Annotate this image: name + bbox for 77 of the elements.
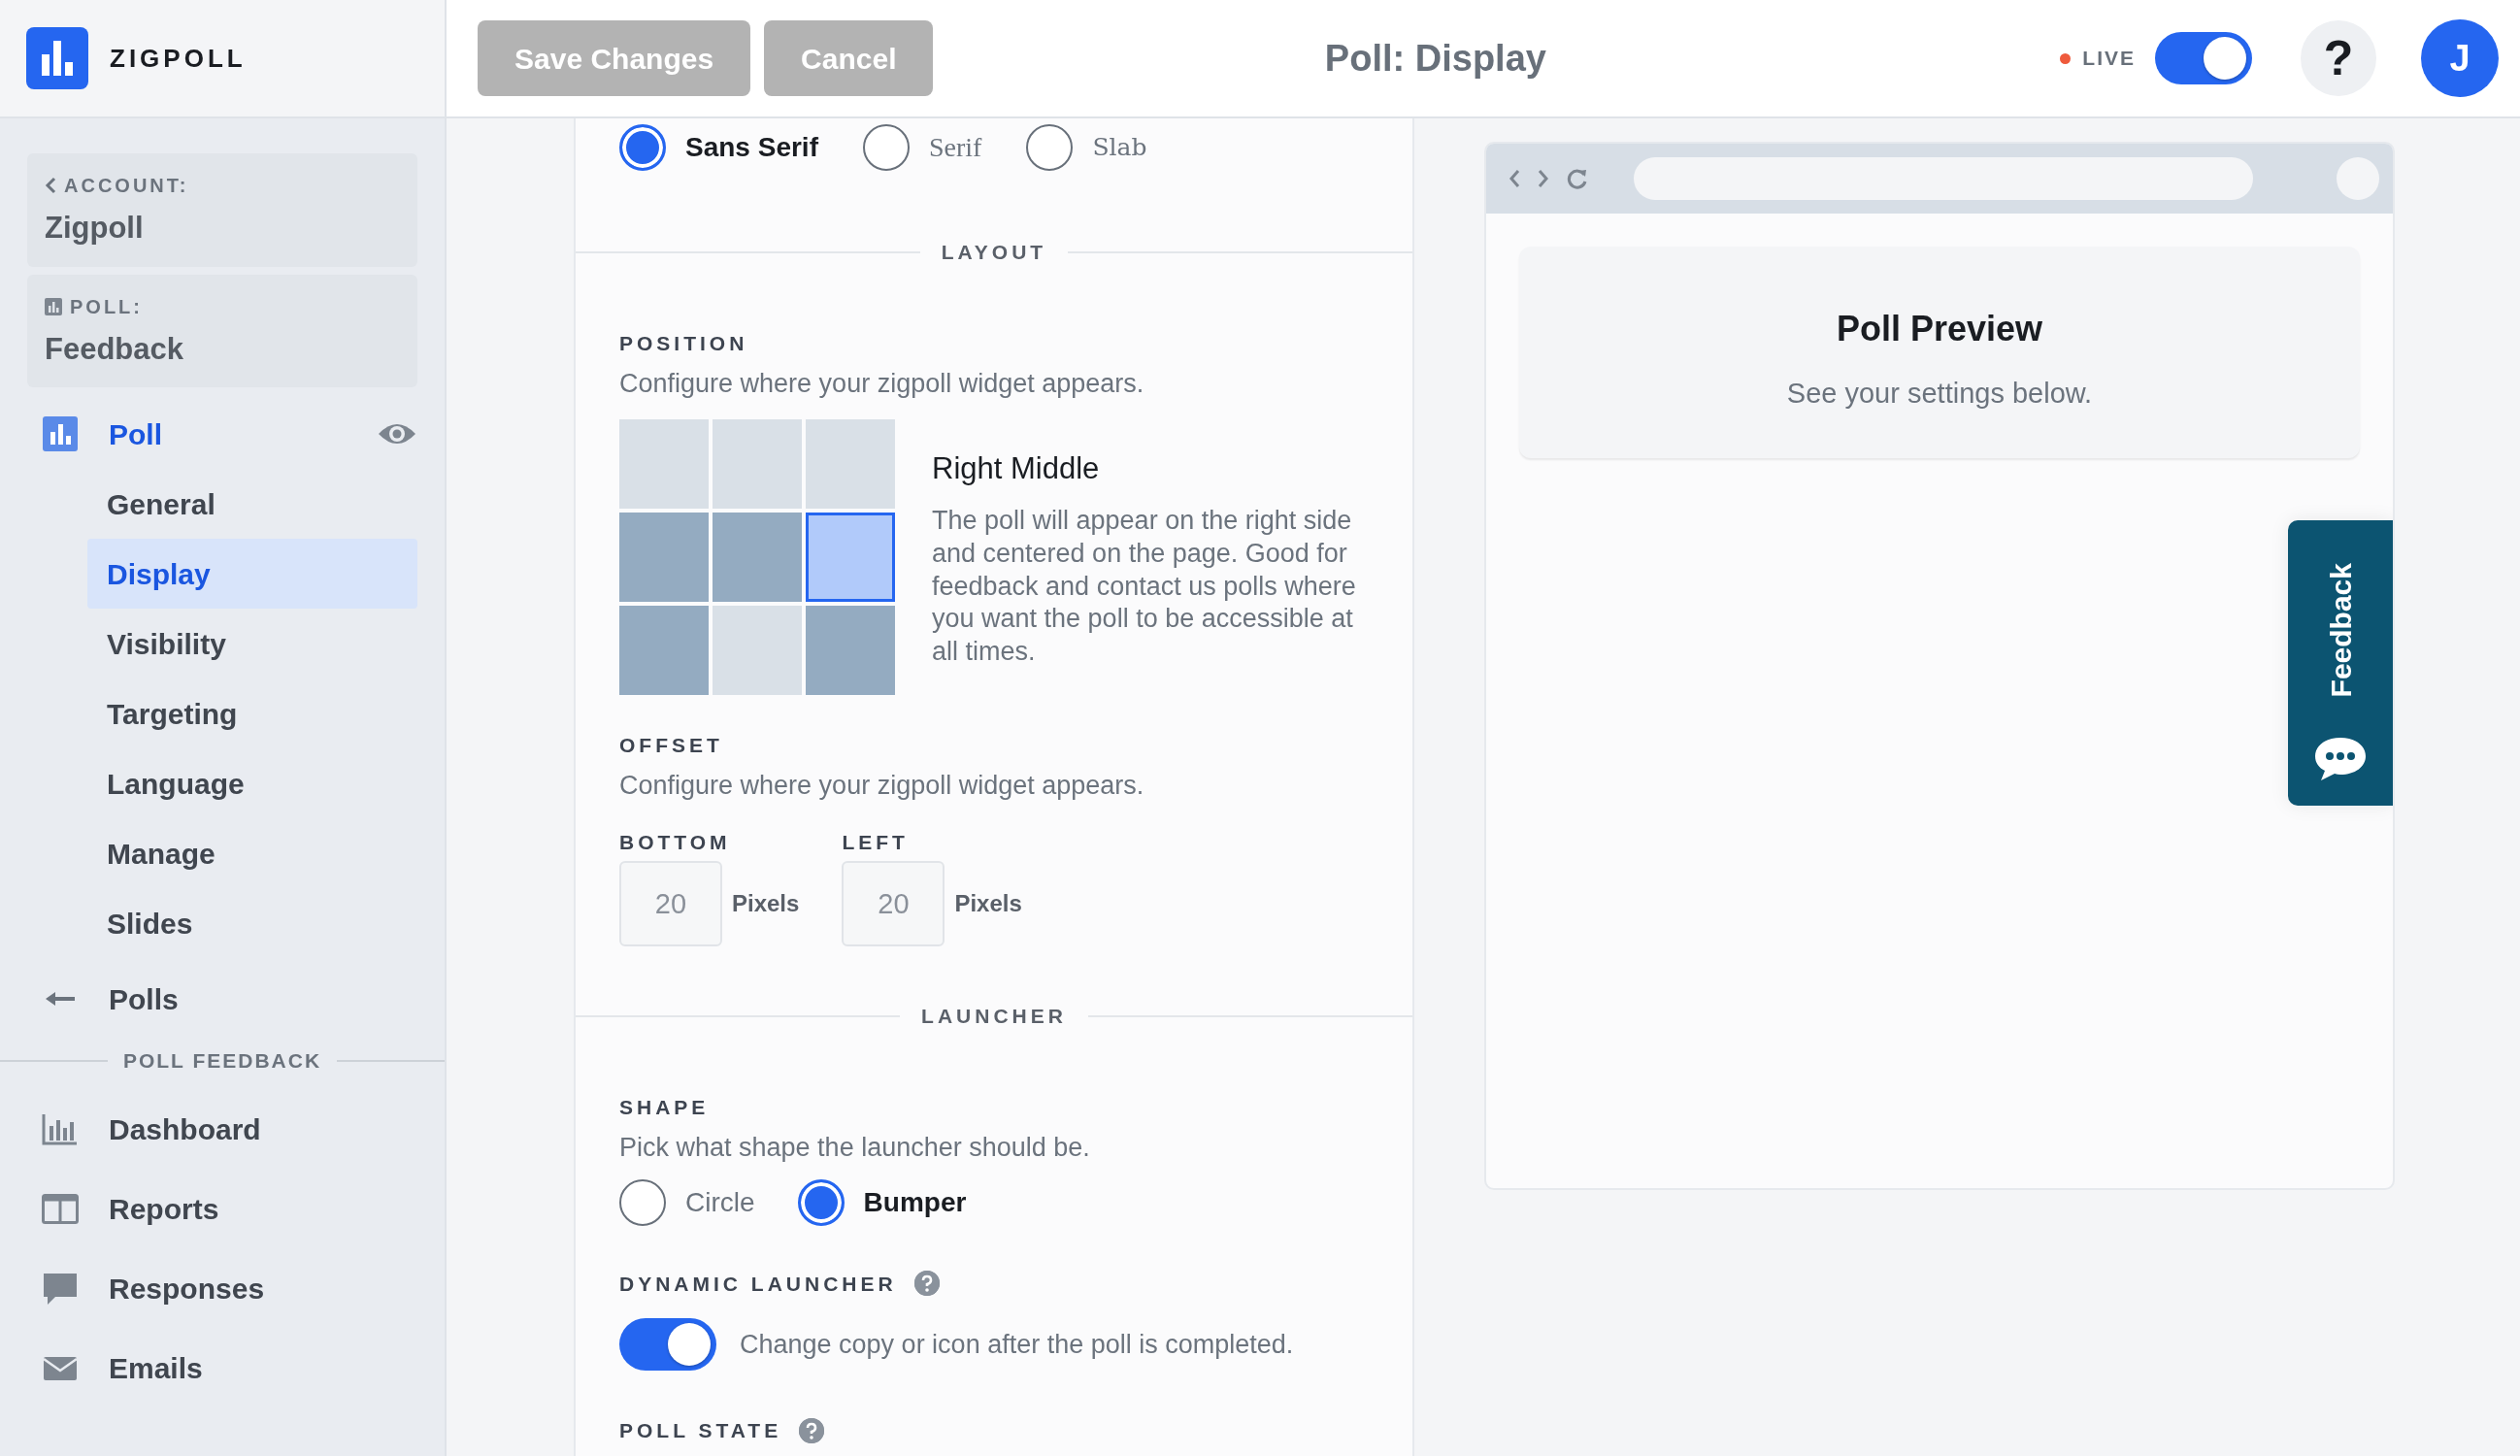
position-cell[interactable] [713, 418, 802, 509]
context-value: Zigpoll [45, 210, 145, 247]
field-label: POSITION [619, 330, 749, 356]
toggle-switch[interactable] [619, 1318, 716, 1371]
forward-icon[interactable] [1537, 168, 1550, 189]
toggle-switch[interactable] [2155, 32, 2252, 84]
position-cell[interactable] [713, 605, 802, 695]
nav-subitem[interactable]: Slides [87, 888, 417, 958]
help-text: Configure where your zigpoll widget appears. [619, 368, 1145, 400]
radio-option[interactable]: Bumper [797, 1178, 967, 1226]
radio-option[interactable]: Circle [619, 1178, 755, 1226]
position-cell[interactable] [806, 512, 895, 602]
section-heading: LAYOUT [941, 240, 1047, 265]
logo-icon [26, 27, 88, 89]
radio-option[interactable]: Sans Serif [619, 124, 818, 171]
nav-item[interactable]: Reports [0, 1169, 445, 1249]
nav-item[interactable]: Polls [0, 964, 445, 1034]
nav-item[interactable]: Dashboard [0, 1089, 445, 1170]
section-heading: POLL FEEDBACK [122, 1048, 322, 1074]
help-text: Configure where your zigpoll widget appears. [619, 770, 1145, 802]
context-value: Feedback [45, 330, 184, 368]
position-cell[interactable] [713, 512, 802, 602]
help-icon[interactable] [913, 1271, 940, 1297]
chat-bubble-icon [2313, 736, 2368, 782]
section-heading: LAUNCHER [921, 1004, 1067, 1029]
help-icon[interactable] [799, 1417, 825, 1443]
account-context[interactable]: ACCOUNT: Zigpoll [27, 153, 417, 267]
position-cell[interactable] [619, 512, 709, 602]
radio-option[interactable]: Slab [1026, 124, 1147, 171]
nav-item[interactable]: Responses [0, 1248, 445, 1329]
feedback-launcher[interactable]: Feedback [2288, 520, 2393, 806]
position-cell[interactable] [806, 605, 895, 695]
page-title: Poll: Display [1323, 36, 1547, 81]
number-input[interactable]: 20 [842, 861, 945, 946]
arrow-left-icon [44, 991, 77, 1007]
toggle-description: Change copy or icon after the poll is completed. [740, 1328, 1294, 1361]
nav-subitem[interactable]: Display [87, 539, 417, 609]
bar-chart-icon [42, 1111, 79, 1147]
brand-name: ZIGPOLL [110, 42, 247, 75]
field-label: OFFSET [619, 732, 724, 758]
back-icon[interactable] [1508, 168, 1521, 189]
nav-item[interactable]: Poll [0, 399, 445, 469]
position-cell[interactable] [619, 605, 709, 695]
field-label: SHAPE [619, 1094, 711, 1120]
bar-chart-icon [45, 297, 62, 315]
nav-subitem[interactable]: Visibility [87, 609, 417, 678]
bar-chart-icon [43, 416, 78, 451]
speech-bubble-icon [42, 1271, 79, 1307]
position-title: Right Middle [932, 449, 1101, 487]
columns-icon [42, 1191, 79, 1227]
reload-icon[interactable] [1566, 167, 1589, 190]
field-label: POLL STATE [619, 1418, 782, 1443]
field-label: BOTTOM [619, 829, 732, 855]
field-label: LEFT [842, 829, 910, 855]
nav-subitem[interactable]: Targeting [87, 678, 417, 748]
position-description: The poll will appear on the right side and centered on the page. Good for feedback and contact us polls where you want the poll to be accessible at all times. [932, 505, 1357, 668]
nav-item[interactable]: Emails [0, 1328, 445, 1408]
unit-label: Pixels [732, 889, 800, 918]
live-label: LIVE [2082, 46, 2136, 72]
radio-option[interactable]: Serif [862, 124, 982, 171]
chevron-left-icon [45, 177, 56, 194]
nav-subitem[interactable]: General [87, 469, 417, 539]
number-input[interactable]: 20 [619, 861, 722, 946]
poll-context[interactable]: POLL: Feedback [27, 274, 417, 387]
user-avatar[interactable]: J [2421, 19, 2499, 97]
preview-title: Poll Preview [1835, 308, 2044, 350]
preview-subtitle: See your settings below. [1785, 377, 2094, 411]
context-label: POLL: [70, 294, 143, 319]
help-text: Pick what shape the launcher should be. [619, 1132, 1091, 1164]
nav-subitem[interactable]: Language [87, 748, 417, 818]
nav-subitem[interactable]: Manage [87, 818, 417, 888]
context-label: ACCOUNT: [64, 174, 189, 198]
position-cell[interactable] [619, 418, 709, 509]
position-cell[interactable] [806, 418, 895, 509]
unit-label: Pixels [954, 889, 1022, 918]
field-label: DYNAMIC LAUNCHER [619, 1271, 897, 1297]
help-button[interactable]: ? [2301, 20, 2376, 96]
